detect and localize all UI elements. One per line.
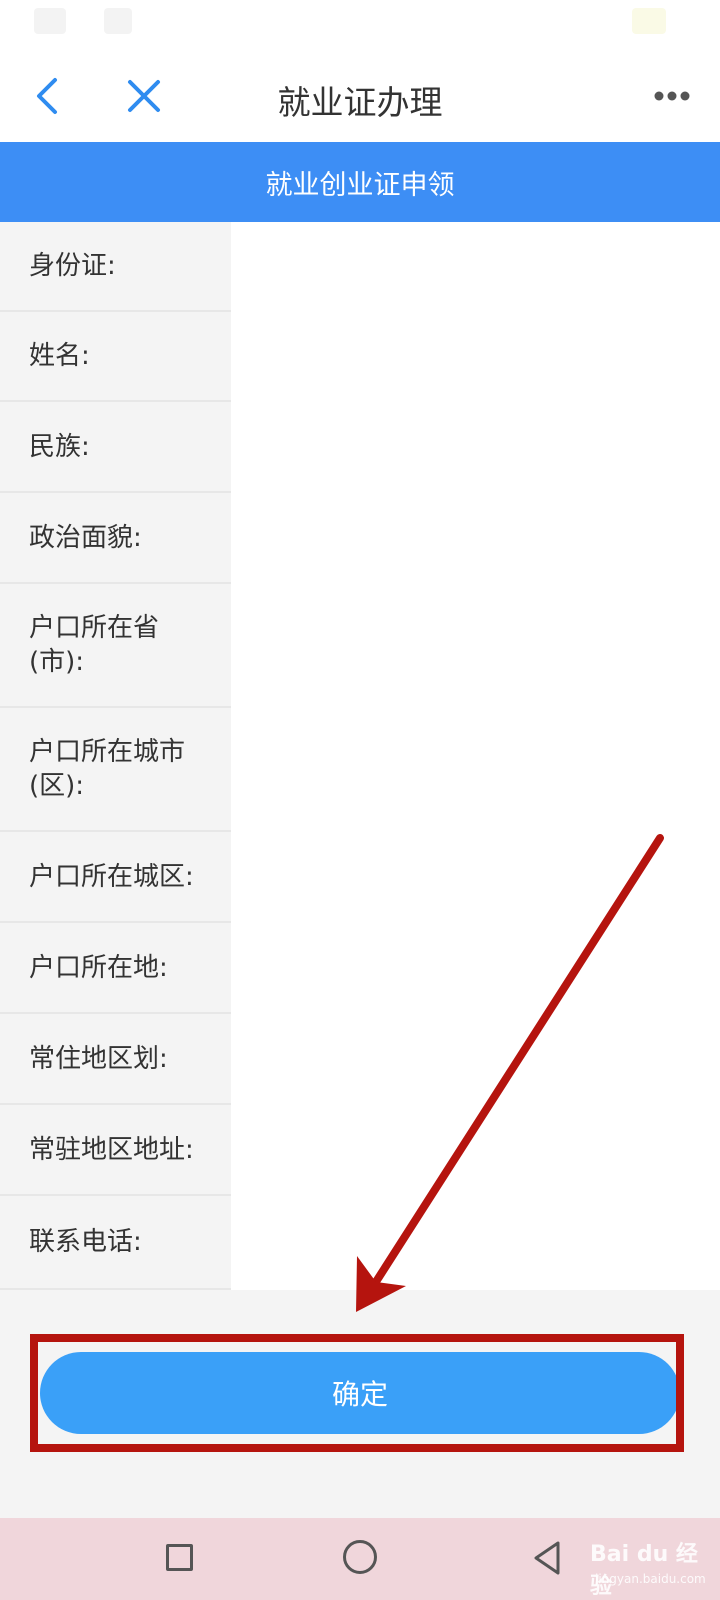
field-label: 户口所在城区: — [29, 861, 194, 892]
status-bar — [0, 0, 720, 50]
field-label-cell: 民族: — [0, 402, 231, 493]
more-icon — [654, 91, 690, 101]
form-row-hukou-city: 户口所在城市(区): — [0, 708, 720, 832]
field-label-cell: 联系电话: — [0, 1196, 231, 1290]
application-form: 身份证: 姓名: 民族: 政治面貌: 户口所在省(市): 户口所在城市(区): … — [0, 222, 720, 1290]
form-banner: 就业创业证申领 — [0, 142, 720, 222]
annotation-highlight-box — [30, 1334, 684, 1452]
watermark-text: Bai du 经验 — [590, 1542, 698, 1599]
field-label: 联系电话: — [29, 1227, 142, 1257]
phone-field[interactable] — [231, 1196, 720, 1290]
watermark-url: jingyan.baidu.com — [595, 1572, 706, 1586]
field-label: 姓名: — [29, 341, 90, 371]
field-label-cell: 户口所在城区: — [0, 832, 231, 923]
field-label-cell: 常驻地区地址: — [0, 1105, 231, 1196]
residence-division-field[interactable] — [231, 1014, 720, 1105]
form-row-hukou-district: 户口所在城区: — [0, 832, 720, 923]
field-label: 身份证: — [29, 251, 116, 281]
home-icon[interactable] — [343, 1540, 377, 1574]
residence-address-field[interactable] — [231, 1105, 720, 1196]
hukou-province-field[interactable] — [231, 584, 720, 708]
field-label: 户口所在省(市): — [29, 613, 160, 677]
form-row-id-card: 身份证: — [0, 222, 720, 312]
form-row-hukou-address: 户口所在地: — [0, 923, 720, 1014]
more-button[interactable] — [648, 72, 696, 120]
form-row-residence-address: 常驻地区地址: — [0, 1105, 720, 1196]
field-label-cell: 户口所在地: — [0, 923, 231, 1014]
close-button[interactable] — [120, 72, 168, 120]
page-title: 就业证办理 — [277, 83, 443, 122]
battery-icon — [632, 8, 666, 34]
field-label: 户口所在城市(区): — [29, 737, 186, 801]
status-icon — [104, 8, 132, 34]
field-label: 常驻地区地址: — [29, 1134, 194, 1165]
title-bar: 就业证办理 — [0, 50, 720, 142]
form-row-political-status: 政治面貌: — [0, 493, 720, 584]
political-status-field[interactable] — [231, 493, 720, 584]
field-label: 户口所在地: — [29, 952, 168, 983]
field-label-cell: 常住地区划: — [0, 1014, 231, 1105]
status-icon — [34, 8, 66, 34]
field-label-cell: 政治面貌: — [0, 493, 231, 584]
hukou-district-field[interactable] — [231, 832, 720, 923]
form-row-hukou-province: 户口所在省(市): — [0, 584, 720, 708]
field-label: 政治面貌: — [29, 522, 142, 553]
watermark-logo: Bai du 经验 jingyan.baidu.com — [555, 1518, 715, 1599]
id-card-field[interactable] — [231, 222, 720, 312]
recent-apps-icon[interactable] — [166, 1544, 193, 1571]
ethnicity-field[interactable] — [231, 402, 720, 493]
back-button[interactable] — [24, 72, 72, 120]
field-label-cell: 姓名: — [0, 312, 231, 402]
field-label: 常住地区划: — [29, 1043, 168, 1074]
chevron-left-icon — [37, 78, 57, 114]
name-field[interactable] — [231, 312, 720, 402]
banner-title: 就业创业证申领 — [265, 169, 455, 201]
field-label: 民族: — [29, 431, 90, 462]
form-row-residence-division: 常住地区划: — [0, 1014, 720, 1105]
field-label-cell: 身份证: — [0, 222, 231, 312]
field-label-cell: 户口所在城市(区): — [0, 708, 231, 832]
form-row-ethnicity: 民族: — [0, 402, 720, 493]
form-row-phone: 联系电话: — [0, 1196, 720, 1290]
hukou-address-field[interactable] — [231, 923, 720, 1014]
hukou-city-field[interactable] — [231, 708, 720, 832]
field-label-cell: 户口所在省(市): — [0, 584, 231, 708]
close-icon — [128, 80, 160, 112]
form-row-name: 姓名: — [0, 312, 720, 402]
